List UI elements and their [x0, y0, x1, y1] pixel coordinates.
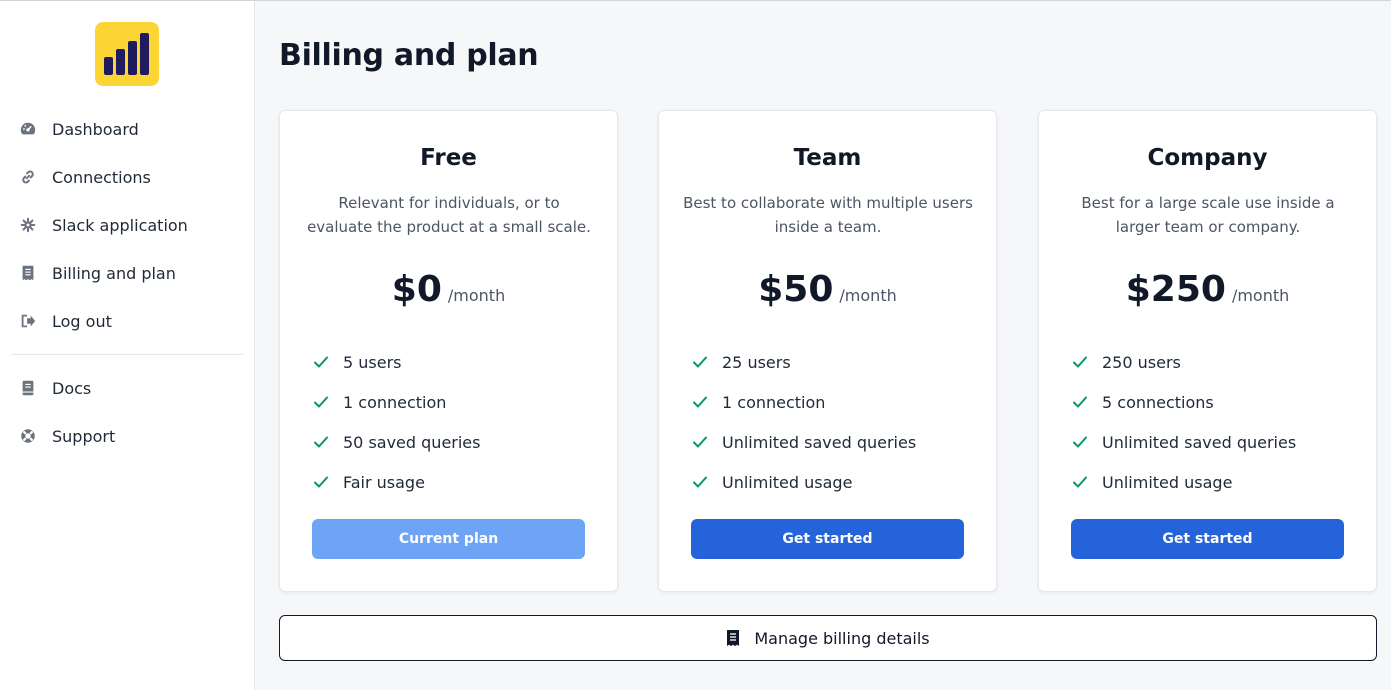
plan-period: /month: [839, 286, 897, 305]
sidebar-nav: Dashboard Connections Slack application …: [0, 105, 254, 460]
manage-billing-label: Manage billing details: [754, 628, 930, 648]
sidebar-item-slack-application[interactable]: Slack application: [0, 201, 254, 249]
plan-price: $50: [758, 269, 834, 310]
feature-item: 5 connections: [1072, 382, 1296, 422]
feature-item: Unlimited saved queries: [692, 422, 916, 462]
feature-item: Fair usage: [313, 462, 480, 502]
feature-item: Unlimited saved queries: [1072, 422, 1296, 462]
feature-item: 1 connection: [692, 382, 916, 422]
check-icon: [1072, 473, 1090, 491]
logout-icon: [18, 311, 38, 331]
plan-features: 250 users 5 connections Unlimited saved …: [1072, 342, 1296, 502]
plan-description: Relevant for individuals, or to evaluate…: [307, 194, 591, 236]
plan-price: $0: [391, 269, 442, 310]
check-icon: [313, 473, 331, 491]
feature-label: 1 connection: [343, 392, 447, 412]
plan-card-team: Team Best to collaborate with multiple u…: [658, 110, 997, 592]
app-logo[interactable]: [95, 22, 159, 86]
sidebar-item-dashboard[interactable]: Dashboard: [0, 105, 254, 153]
sidebar: Dashboard Connections Slack application …: [0, 1, 255, 690]
plan-price-row: $50/month: [659, 269, 996, 310]
plan-description: Best to collaborate with multiple users …: [683, 194, 973, 236]
get-started-button-team[interactable]: Get started: [691, 519, 964, 559]
plan-name: Team: [793, 145, 862, 171]
plan-name: Free: [420, 145, 477, 171]
sidebar-item-label: Dashboard: [52, 119, 139, 139]
feature-label: Unlimited usage: [1102, 472, 1233, 492]
gear-icon: [18, 215, 38, 235]
check-icon: [692, 433, 710, 451]
feature-label: Unlimited saved queries: [1102, 432, 1297, 452]
sidebar-item-billing-and-plan[interactable]: Billing and plan: [0, 249, 254, 297]
check-icon: [313, 393, 331, 411]
plan-price-row: $0/month: [280, 269, 617, 310]
sidebar-item-log-out[interactable]: Log out: [0, 297, 254, 345]
feature-label: Unlimited saved queries: [722, 432, 917, 452]
check-icon: [313, 353, 331, 371]
sidebar-item-label: Support: [52, 426, 116, 446]
feature-item: 50 saved queries: [313, 422, 480, 462]
check-icon: [692, 353, 710, 371]
page-title: Billing and plan: [279, 38, 539, 73]
sidebar-item-label: Connections: [52, 167, 151, 187]
main-content: Billing and plan Free Relevant for indiv…: [255, 1, 1391, 690]
plan-name: Company: [1147, 145, 1268, 171]
check-icon: [692, 393, 710, 411]
link-icon: [18, 167, 38, 187]
feature-item: Unlimited usage: [692, 462, 916, 502]
current-plan-button[interactable]: Current plan: [312, 519, 585, 559]
plan-features: 25 users 1 connection Unlimited saved qu…: [692, 342, 916, 502]
plan-period: /month: [447, 286, 506, 305]
plan-description: Best for a large scale use inside a larg…: [1081, 194, 1335, 236]
feature-item: 5 users: [313, 342, 480, 382]
feature-label: 5 connections: [1102, 392, 1214, 412]
plan-card-company: Company Best for a large scale use insid…: [1038, 110, 1377, 592]
plan-features: 5 users 1 connection 50 saved queries Fa…: [313, 342, 480, 502]
plan-price: $250: [1125, 269, 1226, 310]
manage-billing-button[interactable]: Manage billing details: [279, 615, 1377, 661]
feature-label: 1 connection: [722, 392, 826, 412]
receipt-icon: [726, 629, 742, 647]
feature-label: 25 users: [722, 352, 791, 372]
check-icon: [1072, 353, 1090, 371]
plan-card-free: Free Relevant for individuals, or to eva…: [279, 110, 618, 592]
sidebar-divider: [11, 354, 243, 355]
sidebar-item-connections[interactable]: Connections: [0, 153, 254, 201]
sidebar-item-label: Billing and plan: [52, 263, 176, 283]
plan-price-row: $250/month: [1039, 269, 1376, 310]
check-icon: [1072, 393, 1090, 411]
plan-period: /month: [1231, 286, 1290, 305]
lifebuoy-icon: [18, 426, 38, 446]
feature-label: 250 users: [1102, 352, 1181, 372]
book-icon: [18, 378, 38, 398]
sidebar-item-support[interactable]: Support: [0, 412, 254, 460]
sidebar-item-label: Docs: [52, 378, 92, 398]
feature-item: Unlimited usage: [1072, 462, 1296, 502]
feature-label: 5 users: [343, 352, 402, 372]
sidebar-item-label: Slack application: [52, 215, 188, 235]
get-started-button-company[interactable]: Get started: [1071, 519, 1344, 559]
feature-label: Fair usage: [343, 472, 425, 492]
receipt-icon: [18, 263, 38, 283]
feature-item: 25 users: [692, 342, 916, 382]
check-icon: [1072, 433, 1090, 451]
check-icon: [313, 433, 331, 451]
sidebar-item-docs[interactable]: Docs: [0, 364, 254, 412]
feature-label: Unlimited usage: [722, 472, 853, 492]
feature-item: 250 users: [1072, 342, 1296, 382]
feature-item: 1 connection: [313, 382, 480, 422]
feature-label: 50 saved queries: [343, 432, 481, 452]
check-icon: [692, 473, 710, 491]
sidebar-item-label: Log out: [52, 311, 112, 331]
gauge-icon: [18, 119, 38, 139]
